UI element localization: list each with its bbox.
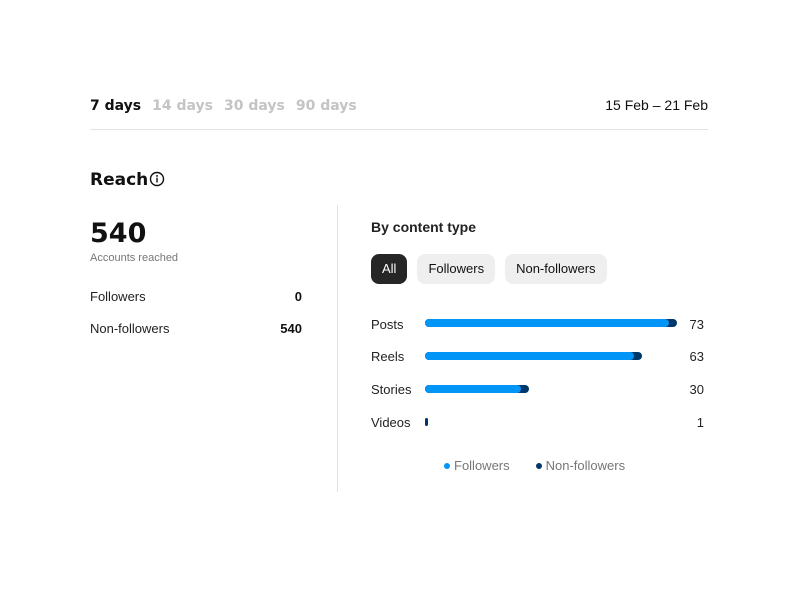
header-divider [90,129,708,130]
content-row-label: Reels [371,349,405,364]
content-row-bar [425,352,677,360]
filter-all-button[interactable]: All [371,254,408,284]
date-range: 15 Feb – 21 Feb [605,97,708,113]
content-row-bar [425,385,677,393]
info-icon[interactable] [149,171,165,187]
chart-legend: Followers Non-followers [444,458,625,473]
reach-title: Reach [90,170,149,190]
column-divider [337,205,338,492]
content-row-value: 63 [689,349,704,364]
audience-filter: All Followers Non-followers [371,254,607,284]
tab-14-days[interactable]: 14 days [152,98,213,114]
stat-non-followers-value: 540 [280,321,302,336]
bar-followers [425,352,635,360]
bar-followers [425,319,669,327]
content-row-value: 30 [689,382,704,397]
tab-30-days[interactable]: 30 days [224,98,285,114]
bar-followers [425,385,521,393]
content-row-bar [425,418,677,426]
legend-item-non-followers: Non-followers [535,458,626,473]
stat-followers-value: 0 [294,289,302,304]
legend-item-followers: Followers [444,458,510,473]
content-row-bar [425,319,677,327]
accounts-reached-total: 540 [90,218,147,249]
legend-dot-followers [444,462,450,469]
filter-followers-button[interactable]: Followers [417,254,496,284]
tab-90-days[interactable]: 90 days [296,98,357,114]
legend-label-non-followers: Non-followers [545,458,626,473]
content-type-title: By content type [371,219,477,235]
stat-non-followers-label: Non-followers [90,321,170,336]
legend-label-followers: Followers [454,458,510,473]
accounts-reached-caption: Accounts reached [90,252,179,264]
filter-non-followers-button[interactable]: Non-followers [505,254,607,284]
legend-dot-non-followers [535,462,542,469]
bar-non-followers [425,418,429,426]
tab-7-days[interactable]: 7 days [90,98,141,114]
content-row-label: Videos [371,415,411,430]
period-tabs: 7 days 14 days 30 days 90 days [90,98,357,114]
content-row-label: Posts [371,317,404,332]
content-row-label: Stories [371,382,412,397]
content-row-value: 1 [696,415,704,430]
content-row-value: 73 [689,317,704,332]
stat-followers-label: Followers [90,289,146,304]
